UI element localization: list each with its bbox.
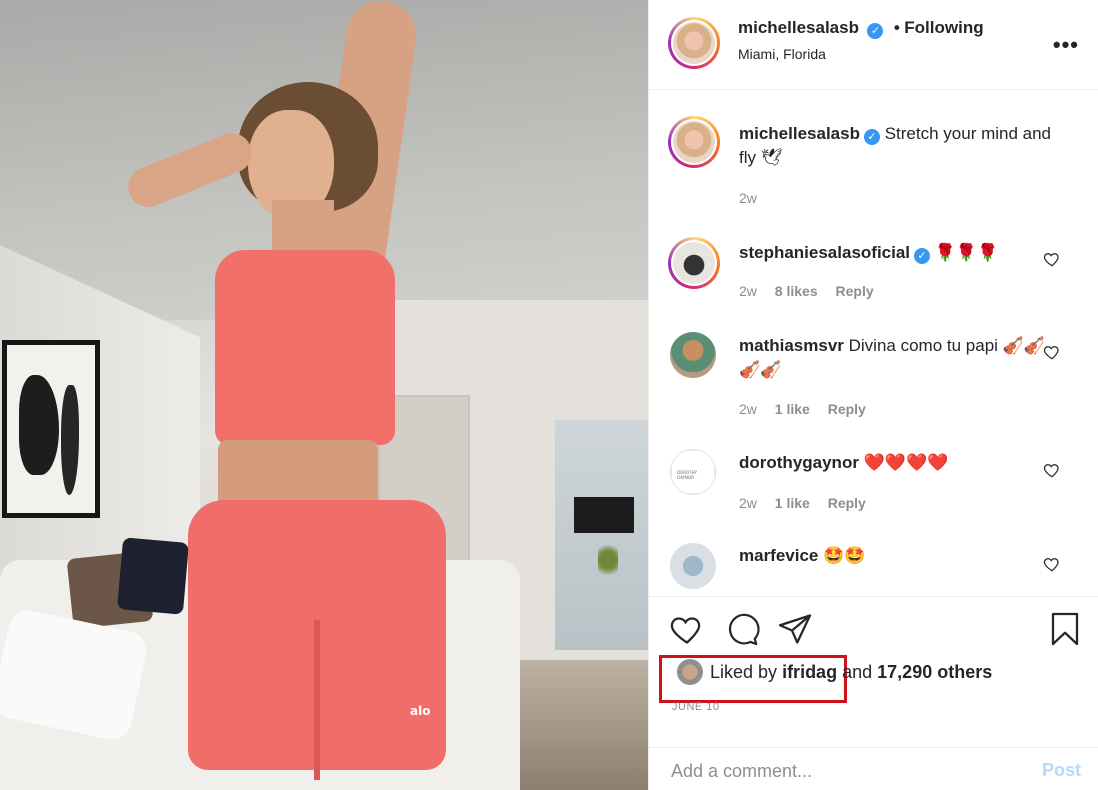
comment-time[interactable]: 2w (739, 283, 757, 299)
verified-badge-icon: ✓ (863, 129, 880, 145)
comment-text: 🌹🌹🌹 (934, 243, 999, 262)
commenter-avatar[interactable] (670, 543, 716, 589)
like-comment-heart-icon[interactable] (1043, 461, 1061, 479)
author-avatar[interactable] (668, 116, 720, 168)
commenter-avatar[interactable]: DOROTHY GAYNOR (670, 449, 716, 495)
comment-text: ❤️❤️❤️❤️ (863, 453, 949, 472)
liker-avatar[interactable] (677, 659, 703, 685)
post-actions: Liked by ifridag and 17,290 others JUNE … (649, 596, 1098, 790)
comment-likes[interactable]: 1 like (775, 401, 810, 417)
comment-time[interactable]: 2w (739, 401, 757, 417)
caption-username[interactable]: michellesalasb (739, 124, 860, 143)
plant (598, 540, 618, 580)
post-header: michellesalasb ✓ • Following Miami, Flor… (649, 0, 1098, 90)
post-date[interactable]: JUNE 10 (672, 701, 720, 713)
save-bookmark-icon[interactable] (1047, 611, 1083, 647)
comment-username[interactable]: stephaniesalasoficial (739, 243, 910, 262)
following-button[interactable]: Following (904, 18, 983, 37)
post-side-panel: michellesalasb ✓ • Following Miami, Flor… (648, 0, 1098, 790)
like-comment-heart-icon[interactable] (1043, 343, 1061, 361)
post-comment-button[interactable]: Post (1042, 760, 1081, 781)
commenter-avatar[interactable] (670, 332, 716, 378)
separator-dot: • (893, 18, 900, 37)
like-comment-heart-icon[interactable] (1043, 555, 1061, 573)
caption-time[interactable]: 2w (739, 190, 757, 206)
likes-summary[interactable]: Liked by ifridag and 17,290 others (710, 662, 992, 683)
reply-button[interactable]: Reply (828, 401, 866, 417)
verified-badge-icon: ✓ (914, 248, 931, 264)
tv (574, 497, 634, 533)
liked-by-and: and (842, 662, 873, 682)
comment-likes[interactable]: 1 like (775, 495, 810, 511)
post-location[interactable]: Miami, Florida (738, 46, 826, 62)
like-comment-heart-icon[interactable] (1043, 250, 1061, 268)
post-photo[interactable]: alo (0, 0, 648, 790)
comment-username[interactable]: mathiasmsvr (739, 336, 844, 355)
comment-time[interactable]: 2w (739, 495, 757, 511)
author-avatar[interactable] (668, 17, 720, 69)
comment-username[interactable]: marfevice (739, 546, 818, 565)
comment-bubble-icon[interactable] (724, 611, 760, 647)
sports-top (215, 250, 395, 445)
add-comment-bar: Post (649, 747, 1098, 790)
avatar-logo-text: DOROTHY GAYNOR (677, 470, 698, 480)
verified-badge-icon: ✓ (867, 23, 884, 39)
reply-button[interactable]: Reply (836, 283, 874, 299)
liked-by-prefix: Liked by (710, 662, 778, 682)
like-heart-icon[interactable] (669, 611, 705, 647)
window (555, 420, 648, 650)
add-comment-input[interactable] (671, 756, 1011, 786)
author-username[interactable]: michellesalasb (738, 18, 859, 37)
comment-text: 🤩🤩 (823, 546, 866, 565)
comment-username[interactable]: dorothygaynor (739, 453, 859, 472)
wall-art (2, 340, 100, 518)
share-paper-plane-icon[interactable] (777, 611, 813, 647)
liked-by-others[interactable]: 17,290 others (877, 662, 992, 682)
brand-logo: alo (410, 704, 431, 718)
more-options-icon[interactable]: ••• (1053, 32, 1079, 58)
pillow (116, 537, 190, 615)
bike-shorts (188, 500, 446, 780)
liked-by-user[interactable]: ifridag (782, 662, 837, 682)
comment-likes[interactable]: 8 likes (775, 283, 818, 299)
reply-button[interactable]: Reply (828, 495, 866, 511)
commenter-avatar[interactable] (668, 237, 720, 289)
comments-list[interactable]: michellesalasb ✓ Stretch your mind and fl… (649, 91, 1098, 596)
